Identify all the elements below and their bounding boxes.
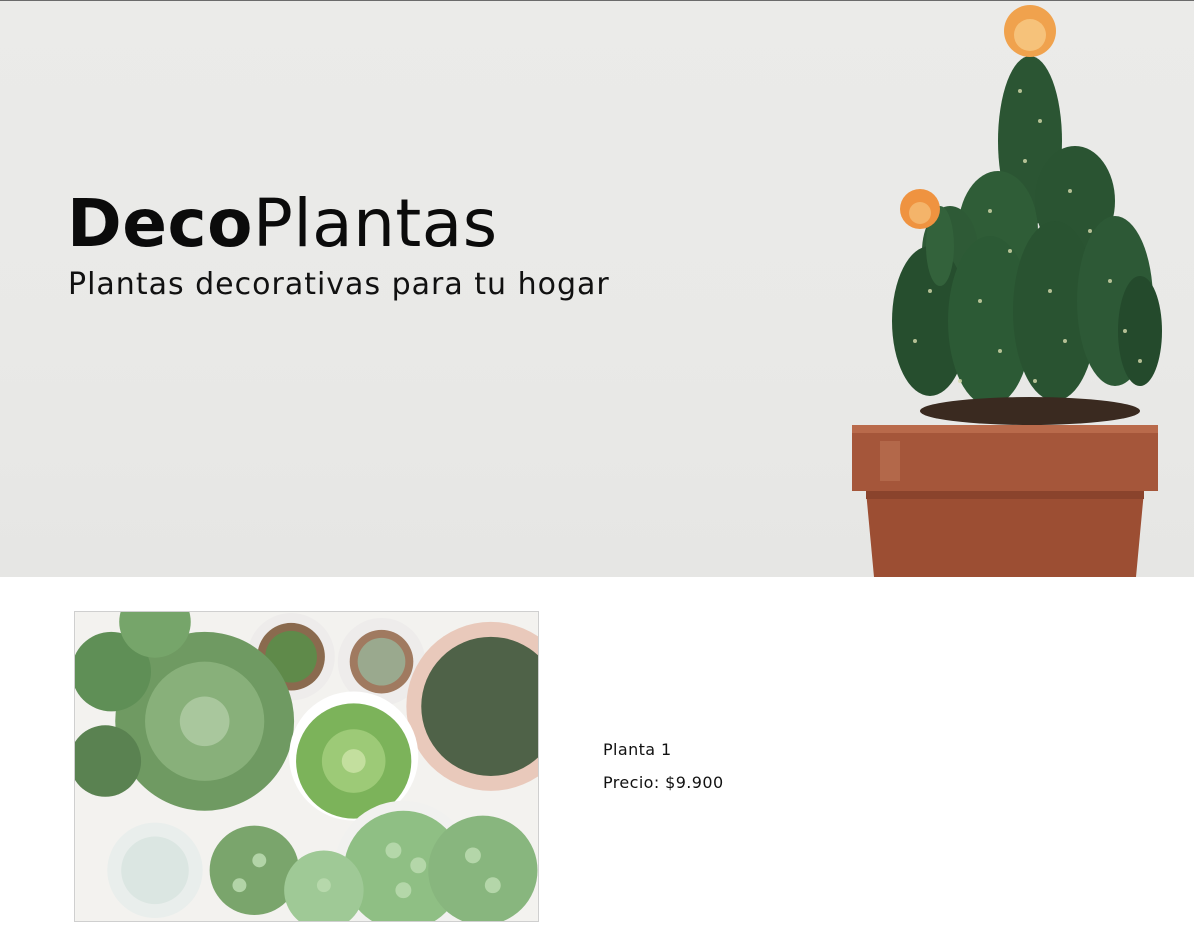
product-image[interactable] <box>74 611 539 922</box>
brand-title: DecoPlantas <box>67 189 498 258</box>
brand-title-bold: Deco <box>67 185 254 262</box>
cactus-pot-image <box>852 5 1162 577</box>
product-info: Planta 1 Precio: $9.900 <box>603 740 724 806</box>
product-name: Planta 1 <box>603 740 672 759</box>
hero-tagline: Plantas decorativas para tu hogar <box>68 267 610 302</box>
succulents-image <box>75 612 538 921</box>
cactus-body <box>892 56 1162 406</box>
pot <box>852 425 1158 577</box>
product-price: Precio: $9.900 <box>603 773 724 792</box>
brand-title-rest: Plantas <box>253 185 498 262</box>
hero-banner: DecoPlantas Plantas decorativas para tu … <box>0 1 1194 577</box>
